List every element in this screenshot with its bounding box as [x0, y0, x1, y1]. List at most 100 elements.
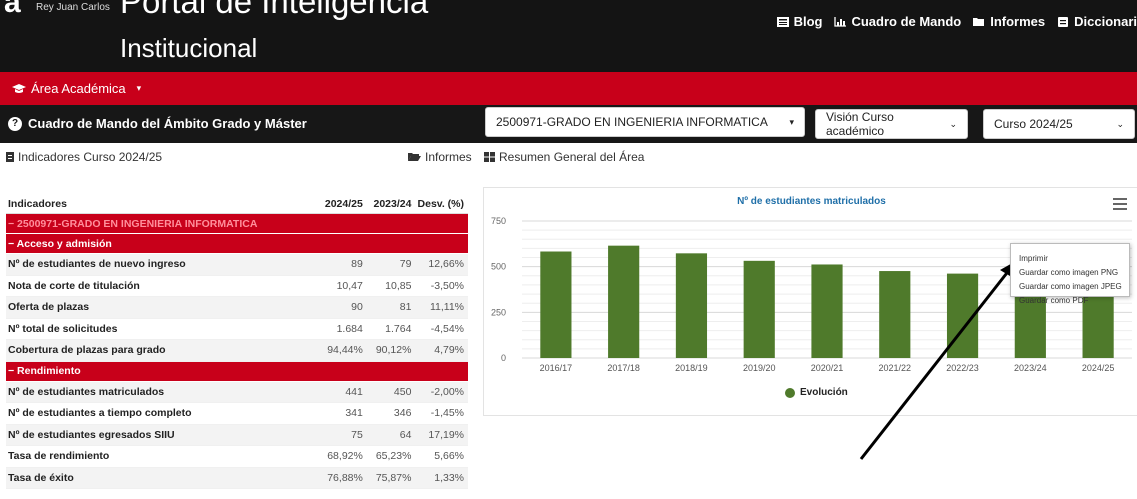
- caret-down-icon: ▾: [136, 83, 142, 93]
- deviation-value: 12,66%: [428, 258, 465, 271]
- graduation-cap-icon: [12, 83, 26, 93]
- area-label: Área Académica: [31, 81, 126, 96]
- reports-link[interactable]: Informes: [408, 150, 472, 164]
- vision-select[interactable]: Visión Curso académico ⌄: [815, 109, 968, 139]
- table-row[interactable]: Tasa de éxito 76,88% 75,87% 1,33%: [6, 467, 468, 489]
- degree-group-label: − 2500971-GRADO EN INGENIERIA INFORMATIC…: [8, 217, 258, 230]
- value-2023-24: 75,87%: [375, 471, 412, 484]
- value-2024-25: 1.684: [336, 322, 363, 335]
- university-name: Rey Juan Carlos: [36, 2, 110, 13]
- newspaper-icon: [776, 16, 789, 27]
- indicator-name: Nº de estudiantes de nuevo ingreso: [8, 258, 186, 271]
- degree-group-row[interactable]: − 2500971-GRADO EN INGENIERIA INFORMATIC…: [6, 214, 468, 234]
- course-select[interactable]: Curso 2024/25 ⌄: [983, 109, 1135, 139]
- portal-title-line2: Institucional: [120, 33, 258, 63]
- nav-blog-label: Blog: [793, 14, 823, 29]
- top-nav: Blog Cuadro de Mando Informes Diccionari: [776, 14, 1137, 29]
- bar: [811, 264, 843, 358]
- y-tick-label: 500: [491, 262, 506, 272]
- value-2023-24: 1.764: [385, 322, 412, 335]
- section-row[interactable]: − Rendimiento: [6, 361, 468, 382]
- x-tick-label: 2019/20: [743, 363, 776, 373]
- legend-label: Evolución: [800, 387, 848, 398]
- table-row[interactable]: Nº de estudiantes matriculados 441 450 -2,0…: [6, 381, 468, 403]
- table-row[interactable]: Nº de estudiantes de nuevo ingreso 89 79 12…: [6, 254, 468, 276]
- col-indicadores[interactable]: Indicadores: [6, 198, 318, 210]
- deviation-value: -4,54%: [430, 322, 465, 335]
- nav-diccionario[interactable]: Diccionari: [1057, 14, 1137, 29]
- deviation-value: -2,00%: [430, 385, 465, 398]
- x-tick-label: 2021/22: [879, 363, 912, 373]
- value-2023-24: 64: [399, 428, 412, 441]
- section-row[interactable]: − Acceso y admisión: [6, 234, 468, 254]
- table-header: Indicadores 2024/25 2023/24 Desv. (%): [6, 194, 468, 214]
- table-row[interactable]: Nº de estudiantes egresados SIIU 75 64 17,1…: [6, 424, 468, 446]
- menu-item-png[interactable]: Guardar como imagen PNG: [1011, 266, 1129, 280]
- x-tick-label: 2023/24: [1014, 363, 1047, 373]
- legend-dot-icon: [785, 387, 795, 398]
- value-2024-25: 76,88%: [327, 471, 363, 484]
- deviation-value: 4,79%: [434, 344, 465, 357]
- degree-select-value: 2500971-GRADO EN INGENIERIA INFORMATICA: [496, 115, 768, 129]
- table-row[interactable]: Nº de estudiantes a tiempo completo 341 34…: [6, 403, 468, 425]
- indicators-heading: Indicadores Curso 2024/25: [6, 150, 162, 164]
- question-icon[interactable]: ?: [8, 116, 22, 131]
- deviation-value: 5,66%: [434, 450, 465, 463]
- value-2023-24: 81: [399, 301, 412, 314]
- chevron-down-icon: ⌄: [1116, 118, 1124, 129]
- value-2024-25: 75: [351, 428, 363, 441]
- nav-informes[interactable]: Informes: [973, 14, 1045, 29]
- x-tick-label: 2024/25: [1082, 363, 1115, 373]
- table-row[interactable]: Oferta de plazas 90 81 11,11%: [6, 297, 468, 319]
- col-2024-25[interactable]: 2024/25: [318, 198, 367, 210]
- indicator-name: Nº de estudiantes matriculados: [8, 385, 165, 398]
- table-row[interactable]: Tasa de rendimiento 68,92% 65,23% 5,66%: [6, 446, 468, 468]
- indicator-name: Tasa de éxito: [8, 471, 74, 484]
- indicators-heading-text: Indicadores Curso 2024/25: [18, 150, 163, 164]
- table-row[interactable]: Nota de corte de titulación 10,47 10,85 -3,…: [6, 275, 468, 297]
- reports-link-text: Informes: [425, 150, 472, 164]
- chart-legend-item[interactable]: Evolución: [785, 387, 848, 398]
- table-row[interactable]: Cobertura de plazas para grado 94,44% 90,1…: [6, 340, 468, 362]
- bar: [608, 245, 640, 358]
- area-dropdown[interactable]: Área Académica ▾: [12, 81, 141, 96]
- x-tick-label: 2016/17: [540, 363, 573, 373]
- bar: [879, 271, 911, 358]
- degree-select[interactable]: 2500971-GRADO EN INGENIERIA INFORMATICA …: [485, 107, 805, 137]
- x-tick-label: 2020/21: [811, 363, 844, 373]
- value-2023-24: 90,12%: [375, 344, 412, 357]
- y-tick-label: 750: [491, 216, 506, 226]
- bar: [743, 260, 775, 358]
- x-tick-label: 2022/23: [946, 363, 979, 373]
- bar: [675, 253, 708, 358]
- deviation-value: 11,11%: [429, 301, 465, 314]
- summary-link-text: Resumen General del Área: [499, 150, 645, 164]
- export-menu: Imprimir Guardar como imagen PNG Guardar…: [1010, 243, 1130, 305]
- chart-icon: [834, 16, 847, 27]
- menu-item-pdf[interactable]: Guardar como PDF: [1011, 294, 1129, 308]
- menu-item-print[interactable]: Imprimir: [1011, 252, 1129, 266]
- indicator-name: Nº total de solicitudes: [8, 322, 118, 335]
- value-2023-24: 450: [393, 385, 412, 398]
- nav-cuadro-de-mando[interactable]: Cuadro de Mando: [834, 14, 961, 29]
- menu-item-jpeg[interactable]: Guardar como imagen JPEG: [1011, 280, 1129, 294]
- col-2023-24[interactable]: 2023/24: [367, 198, 416, 210]
- value-2023-24: 79: [399, 258, 412, 271]
- x-tick-label: 2018/19: [675, 363, 708, 373]
- nav-blog[interactable]: Blog: [776, 14, 823, 29]
- table-row[interactable]: Nº total de solicitudes 1.684 1.764 -4,54%: [6, 318, 468, 340]
- portal-title-line1: Portal de Inteligencia: [120, 0, 429, 20]
- y-tick-label: 250: [491, 307, 506, 317]
- logo[interactable]: a: [4, 0, 21, 20]
- indicator-name: Nº de estudiantes egresados SIIU: [8, 428, 175, 441]
- folder-open-icon: [408, 153, 421, 161]
- top-header: a Rey Juan Carlos Portal de Inteligencia…: [0, 0, 1137, 72]
- dashboard-title: ? Cuadro de Mando del Ámbito Grado y Más…: [8, 116, 307, 131]
- nav-diccionario-label: Diccionari: [1074, 14, 1137, 29]
- x-tick-label: 2017/18: [607, 363, 640, 373]
- col-deviation[interactable]: Desv. (%): [415, 198, 468, 210]
- value-2024-25: 90: [351, 301, 363, 314]
- bar: [946, 273, 979, 358]
- summary-link[interactable]: Resumen General del Área: [484, 150, 644, 164]
- value-2023-24: 65,23%: [375, 450, 412, 463]
